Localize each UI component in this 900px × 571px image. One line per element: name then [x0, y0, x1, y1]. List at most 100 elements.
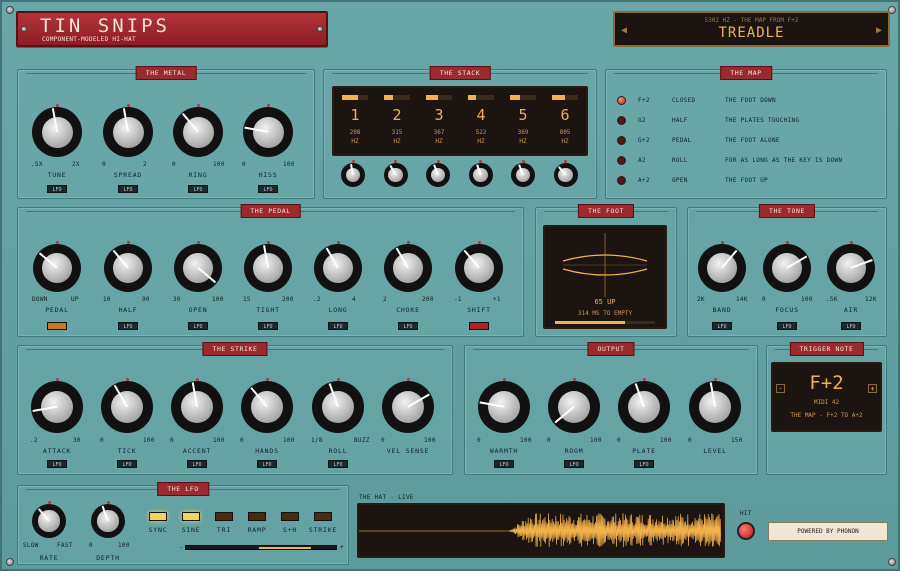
voice-5-tune-knob[interactable]: [511, 160, 535, 187]
map-note: G+2: [638, 137, 650, 144]
tone-air-lfo-button[interactable]: LFO: [841, 322, 861, 330]
knob-marker: [720, 241, 724, 244]
output-room-knob[interactable]: [548, 378, 600, 433]
knob-marker: [336, 241, 340, 244]
voice-6-tune-knob[interactable]: [553, 160, 578, 187]
panel-title: THE MAP: [720, 66, 772, 80]
knob-marker: [477, 241, 481, 244]
pedal-choke-lfo-button[interactable]: LFO: [398, 322, 418, 330]
hit-button[interactable]: [737, 522, 755, 540]
pedal-tight-knob[interactable]: [244, 241, 292, 292]
knob-marker: [336, 378, 340, 381]
strike-hands-knob[interactable]: [241, 378, 293, 433]
map-desc: THE FOOT ALONE: [725, 137, 780, 144]
plugin-window: TIN SNIPS COMPONENT-MODELED HI-HAT ◀ 530…: [0, 0, 900, 571]
tone-band-knob[interactable]: [698, 241, 746, 292]
strike-hands-lfo-button[interactable]: LFO: [257, 460, 277, 468]
lfo-ramp-button[interactable]: [248, 512, 266, 521]
pedal-pedal-knob[interactable]: [33, 241, 81, 292]
pedal-half-lfo-button[interactable]: LFO: [118, 322, 138, 330]
brand-plate: TIN SNIPS COMPONENT-MODELED HI-HAT: [16, 11, 328, 47]
tone-band-lfo-button[interactable]: LFO: [712, 322, 732, 330]
output-level-knob[interactable]: [689, 378, 741, 433]
lfo-slider[interactable]: [185, 545, 337, 550]
metal-ring-lfo-button[interactable]: LFO: [188, 185, 208, 193]
strike-attack-knob[interactable]: [31, 378, 83, 433]
voice-1-tune-knob[interactable]: [341, 160, 365, 187]
lfo-button-label: TRI: [216, 526, 232, 534]
knob-marker: [196, 241, 200, 244]
output-level-min-label: 0: [688, 437, 692, 444]
metal-hiss-knob[interactable]: [243, 104, 293, 157]
tone-focus-min-label: 0: [762, 296, 766, 303]
metal-ring-knob[interactable]: [173, 104, 223, 157]
voice-2-tune-knob[interactable]: [383, 160, 408, 187]
map-row-led[interactable]: [617, 96, 626, 105]
strike-roll-knob[interactable]: [312, 378, 364, 433]
strike-tick-max-label: 100: [143, 437, 155, 444]
knob-cap: [110, 390, 144, 424]
knob-cap: [180, 390, 214, 424]
knob-marker: [436, 160, 440, 163]
lfo-sync-button[interactable]: [149, 512, 167, 521]
pedal-tight-min-label: 15: [243, 296, 251, 303]
lfo-rate-min: SLOW: [23, 542, 39, 549]
pedal-open-lfo-button[interactable]: LFO: [188, 322, 208, 330]
pedal-open-knob[interactable]: [174, 241, 222, 292]
lfo-strike-button[interactable]: [314, 512, 332, 521]
lfo-rate-knob[interactable]: [32, 501, 66, 538]
metal-hiss-label: HISS: [258, 171, 278, 179]
metal-tune-knob[interactable]: [32, 104, 82, 157]
strike-tick-lfo-button[interactable]: LFO: [117, 460, 137, 468]
strike-vel-sense-knob[interactable]: [382, 378, 434, 433]
voice-3-tune-knob[interactable]: [426, 160, 450, 187]
lfo-depth-max: 100: [118, 542, 130, 549]
tone-focus-knob[interactable]: [763, 241, 811, 292]
pedal-choke-knob[interactable]: [384, 241, 432, 292]
strike-attack-lfo-button[interactable]: LFO: [47, 460, 67, 468]
lfo-depth-knob[interactable]: [91, 501, 125, 538]
output-warmth-knob[interactable]: [478, 378, 530, 433]
knob-marker: [126, 241, 130, 244]
tone-air-knob[interactable]: [827, 241, 875, 292]
voice-frequency: 315: [391, 129, 403, 136]
strike-accent-knob[interactable]: [171, 378, 223, 433]
map-row-led[interactable]: [617, 136, 626, 145]
metal-hiss-lfo-button[interactable]: LFO: [258, 185, 278, 193]
panel-title: THE FOOT: [577, 204, 635, 218]
tone-focus-lfo-button[interactable]: LFO: [777, 322, 797, 330]
output-plate-knob[interactable]: [618, 378, 670, 433]
pedal-tight-lfo-button[interactable]: LFO: [258, 322, 278, 330]
metal-spread-lfo-button[interactable]: LFO: [118, 185, 138, 193]
output-warmth-lfo-button[interactable]: LFO: [494, 460, 514, 468]
pedal-pedal-lfo-button[interactable]: [47, 322, 67, 330]
voice-4-tune-knob[interactable]: [468, 160, 493, 187]
panel-title: THE TONE: [758, 204, 816, 218]
metal-spread-knob[interactable]: [103, 104, 153, 157]
pedal-long-lfo-button[interactable]: LFO: [328, 322, 348, 330]
map-row-led[interactable]: [617, 116, 626, 125]
map-row-led[interactable]: [617, 156, 626, 165]
output-room-lfo-button[interactable]: LFO: [564, 460, 584, 468]
lfo-sine-button[interactable]: [182, 512, 200, 521]
foot-value: 65 UP: [594, 298, 616, 306]
next-preset-button[interactable]: ▶: [876, 25, 882, 36]
metal-tune-lfo-button[interactable]: LFO: [47, 185, 67, 193]
lfo-tri-button[interactable]: [215, 512, 233, 521]
strike-accent-lfo-button[interactable]: LFO: [187, 460, 207, 468]
strike-roll-lfo-button[interactable]: LFO: [328, 460, 348, 468]
preset-subtitle: 5302 HZ - THE MAP FROM F+2: [704, 17, 799, 24]
voice-frequency: 522: [475, 129, 487, 136]
preset-name[interactable]: TREADLE: [615, 25, 888, 41]
pedal-shift-lfo-button[interactable]: [469, 322, 489, 330]
pedal-long-knob[interactable]: [314, 241, 362, 292]
metal-ring-label: RING: [188, 171, 208, 179]
lfo-sh-button[interactable]: [281, 512, 299, 521]
pedal-shift-knob[interactable]: [455, 241, 503, 292]
map-row-led[interactable]: [617, 176, 626, 185]
strike-tick-knob[interactable]: [101, 378, 153, 433]
output-plate-lfo-button[interactable]: LFO: [634, 460, 654, 468]
preset-display: ◀ 5302 HZ - THE MAP FROM F+2 TREADLE ▶: [613, 11, 890, 47]
voice-unit: HZ: [351, 138, 359, 145]
pedal-half-knob[interactable]: [104, 241, 152, 292]
